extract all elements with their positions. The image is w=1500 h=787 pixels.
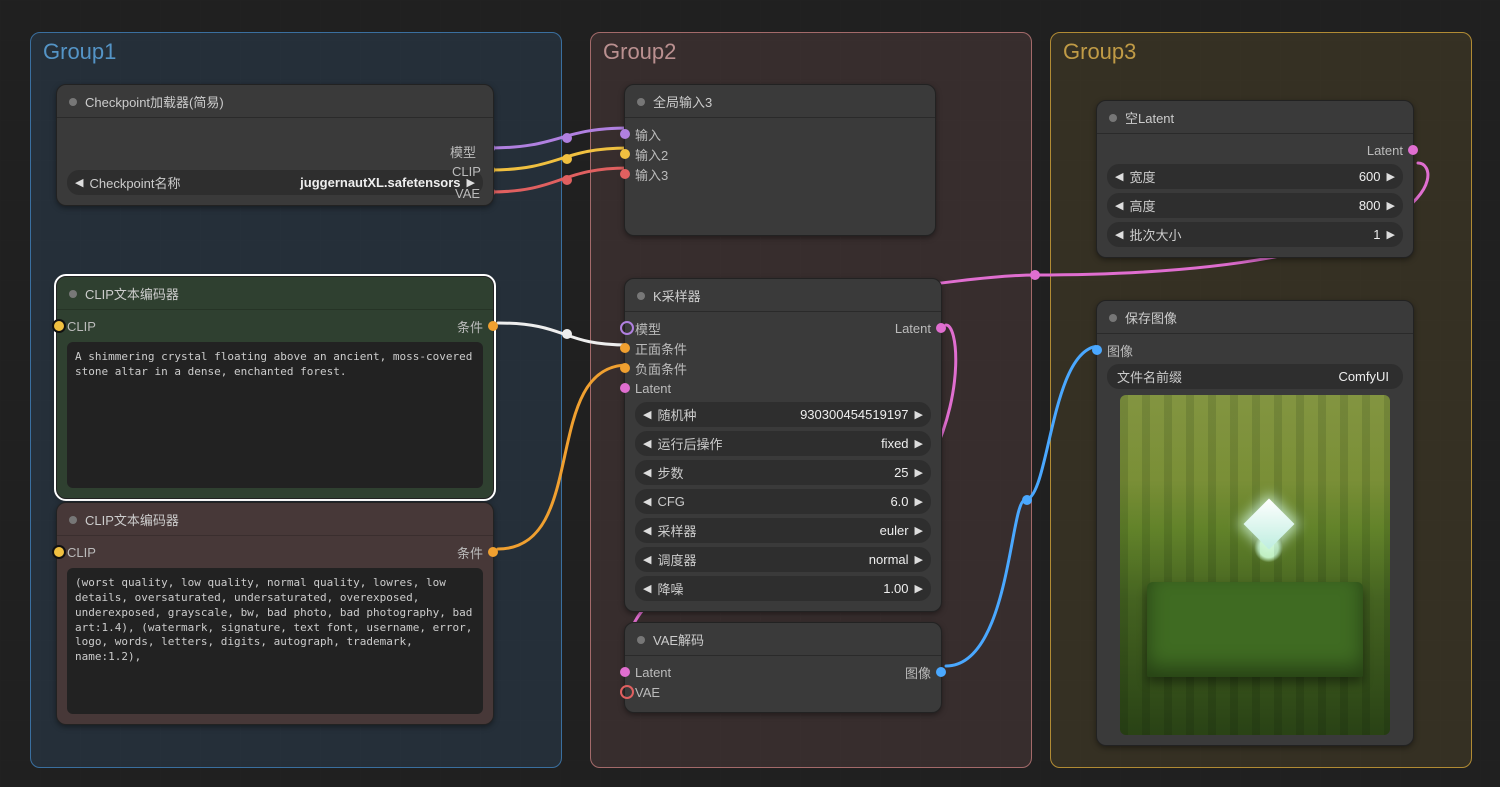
field-steps[interactable]: ◀步数25▶ — [635, 460, 931, 485]
port-in1[interactable] — [620, 129, 630, 139]
field-width[interactable]: ◀宽度600▶ — [1107, 164, 1403, 189]
port-image-out[interactable] — [936, 667, 946, 677]
field-seed[interactable]: ◀随机种930300454519197▶ — [635, 402, 931, 427]
textarea-positive-prompt[interactable]: A shimmering crystal floating above an a… — [67, 342, 483, 488]
port-image-in[interactable] — [1092, 345, 1102, 355]
field-scheduler[interactable]: ◀调度器normal▶ — [635, 547, 931, 572]
group-1-title: Group1 — [43, 39, 116, 65]
field-sampler[interactable]: ◀采样器euler▶ — [635, 518, 931, 543]
port-cond-out[interactable] — [488, 321, 498, 331]
port-clip-in[interactable] — [52, 319, 66, 333]
node-vae-decode[interactable]: VAE解码 Latent 图像 VAE — [624, 622, 942, 713]
collapse-dot-icon[interactable] — [1109, 314, 1117, 322]
node-clip-negative[interactable]: CLIP文本编码器 CLIP 条件 (worst quality, low qu… — [56, 502, 494, 725]
collapse-dot-icon[interactable] — [69, 290, 77, 298]
node-empty-latent[interactable]: 空Latent Latent ◀宽度600▶ ◀高度800▶ ◀批次大小1▶ — [1096, 100, 1414, 258]
field-batch[interactable]: ◀批次大小1▶ — [1107, 222, 1403, 247]
node-title-text: K采样器 — [653, 286, 701, 305]
collapse-dot-icon[interactable] — [69, 516, 77, 524]
collapse-dot-icon[interactable] — [69, 98, 77, 106]
port-in2[interactable] — [620, 149, 630, 159]
port-pos-in[interactable] — [620, 343, 630, 353]
collapse-dot-icon[interactable] — [637, 98, 645, 106]
port-in3[interactable] — [620, 169, 630, 179]
port-neg-in[interactable] — [620, 363, 630, 373]
field-checkpoint-name[interactable]: ◀ Checkpoint名称 juggernautXL.safetensors … — [67, 170, 483, 195]
node-checkpoint-loader[interactable]: Checkpoint加载器(简易) ◀ Checkpoint名称 juggern… — [56, 84, 494, 206]
port-model-in[interactable] — [620, 321, 634, 335]
port-latent-in[interactable] — [620, 383, 630, 393]
port-vae-in[interactable] — [620, 685, 634, 699]
field-filename-prefix[interactable]: 文件名前缀 ComfyUI — [1107, 364, 1403, 389]
node-title-text: Checkpoint加载器(简易) — [85, 92, 224, 111]
altar-shape — [1147, 582, 1363, 677]
node-title-text: 全局输入3 — [653, 92, 712, 111]
port-label-clip: CLIP — [452, 164, 481, 179]
collapse-dot-icon[interactable] — [637, 636, 645, 644]
port-label-model: 模型 — [450, 142, 476, 161]
crystal-icon — [1243, 499, 1294, 550]
port-clip-in[interactable] — [52, 545, 66, 559]
group-2-title: Group2 — [603, 39, 676, 65]
port-latent-out[interactable] — [936, 323, 946, 333]
node-global-input[interactable]: 全局输入3 输入 输入2 输入3 — [624, 84, 936, 236]
output-image-preview[interactable] — [1120, 395, 1390, 735]
node-title-text: 空Latent — [1125, 108, 1174, 127]
textarea-negative-prompt[interactable]: (worst quality, low quality, normal qual… — [67, 568, 483, 714]
node-save-image[interactable]: 保存图像 图像 文件名前缀 ComfyUI — [1096, 300, 1414, 746]
field-denoise[interactable]: ◀降噪1.00▶ — [635, 576, 931, 601]
port-label-vae: VAE — [455, 186, 480, 201]
port-cond-out[interactable] — [488, 547, 498, 557]
node-title-text: VAE解码 — [653, 630, 704, 649]
collapse-dot-icon[interactable] — [637, 292, 645, 300]
arrow-left-icon[interactable]: ◀ — [75, 176, 83, 189]
node-title-text: CLIP文本编码器 — [85, 510, 179, 529]
port-latent-out[interactable] — [1408, 145, 1418, 155]
field-cfg[interactable]: ◀CFG6.0▶ — [635, 489, 931, 514]
group-3-title: Group3 — [1063, 39, 1136, 65]
field-height[interactable]: ◀高度800▶ — [1107, 193, 1403, 218]
node-title-text: 保存图像 — [1125, 308, 1177, 327]
node-clip-positive[interactable]: CLIP文本编码器 CLIP 条件 A shimmering crystal f… — [56, 276, 494, 499]
node-ksampler[interactable]: K采样器 模型 Latent 正面条件 负面条件 Latent ◀随机种9303… — [624, 278, 942, 612]
node-title-text: CLIP文本编码器 — [85, 284, 179, 303]
field-after[interactable]: ◀运行后操作fixed▶ — [635, 431, 931, 456]
collapse-dot-icon[interactable] — [1109, 114, 1117, 122]
port-latent-in[interactable] — [620, 667, 630, 677]
